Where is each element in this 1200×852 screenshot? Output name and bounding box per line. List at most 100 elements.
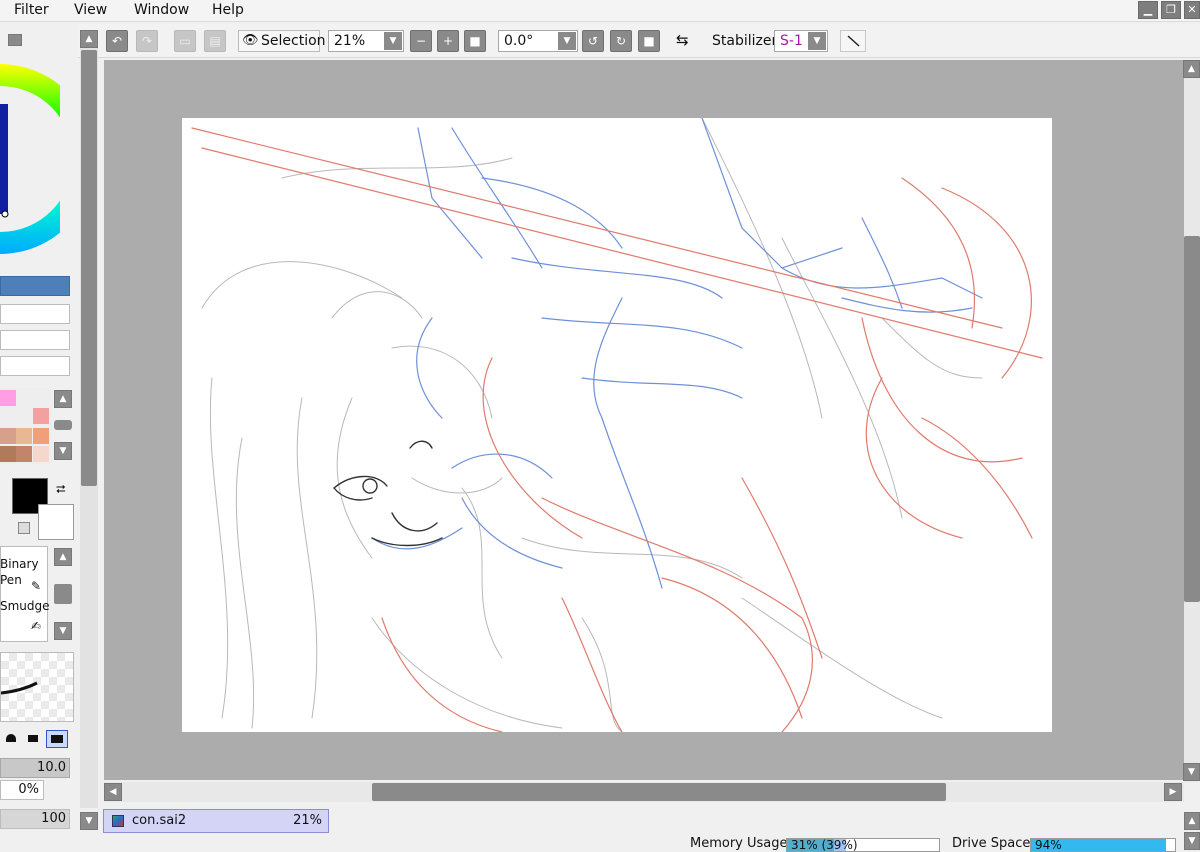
chevron-up-icon[interactable]: ▲ bbox=[54, 390, 72, 408]
swatch[interactable] bbox=[0, 446, 16, 462]
brush-shape-flat-icon[interactable] bbox=[28, 735, 38, 742]
swatch[interactable] bbox=[16, 446, 32, 462]
memory-usage-meter: 31% (39%) bbox=[786, 838, 940, 852]
menu-help[interactable]: Help bbox=[208, 1, 248, 19]
canvas-horizontal-scrollbar[interactable]: ◀ ▶ bbox=[104, 782, 1184, 802]
swap-colors-icon[interactable]: ⮂ bbox=[56, 482, 66, 497]
drive-space-label: Drive Space bbox=[952, 836, 1031, 851]
chevron-down-icon[interactable]: ▼ bbox=[1184, 832, 1200, 850]
opacity-slider[interactable] bbox=[0, 356, 70, 376]
scroll-thumb[interactable] bbox=[81, 50, 97, 486]
density-field[interactable]: 100 bbox=[0, 809, 70, 829]
tool-binary[interactable]: Binary bbox=[0, 557, 39, 571]
file-tab-zoom: 21% bbox=[293, 813, 322, 828]
chevron-right-icon[interactable]: ▶ bbox=[1164, 783, 1182, 801]
scroll-thumb[interactable] bbox=[54, 420, 72, 430]
chevron-down-icon[interactable]: ▼ bbox=[54, 622, 72, 640]
chevron-up-icon[interactable]: ▲ bbox=[80, 30, 98, 48]
chevron-up-icon[interactable]: ▲ bbox=[1184, 812, 1200, 830]
menu-bar: Filter View Window Help ▁ ❐ ✕ bbox=[0, 0, 1200, 22]
chevron-down-icon[interactable]: ▼ bbox=[558, 32, 576, 50]
invert-selection-icon[interactable]: ▤ bbox=[204, 30, 226, 52]
chevron-down-icon[interactable]: ▼ bbox=[80, 812, 98, 830]
chevron-down-icon[interactable]: ▼ bbox=[1183, 763, 1200, 781]
undo-icon[interactable]: ↶ bbox=[106, 30, 128, 52]
straight-line-icon[interactable] bbox=[840, 30, 866, 52]
zoom-in-icon[interactable]: + bbox=[437, 30, 459, 52]
swatch[interactable] bbox=[33, 428, 49, 444]
flip-icon[interactable]: ⇆ bbox=[676, 31, 689, 49]
tool-smudge[interactable]: Smudge bbox=[0, 599, 50, 613]
brush-size-field[interactable]: 10.0 bbox=[0, 758, 70, 778]
menu-view[interactable]: View bbox=[70, 1, 111, 19]
drive-space-value: 94% bbox=[1035, 838, 1062, 852]
minimize-icon[interactable]: ▁ bbox=[1138, 1, 1158, 19]
left-panel: ▲ ▼ ⮂ Binary Pen ✎ Smudge ✍ ▲ ▼ 10.0 0% … bbox=[0, 24, 78, 852]
scroll-thumb[interactable] bbox=[372, 783, 946, 801]
chevron-up-icon[interactable]: ▲ bbox=[54, 548, 72, 566]
drive-space-meter: 94% bbox=[1030, 838, 1176, 852]
rotation-combo[interactable]: 0.0° ▼ bbox=[498, 30, 578, 52]
file-tab[interactable]: con.sai2 21% bbox=[103, 809, 329, 833]
canvas-area[interactable] bbox=[104, 60, 1184, 780]
zoom-value: 21% bbox=[334, 33, 366, 49]
chevron-left-icon[interactable]: ◀ bbox=[104, 783, 122, 801]
smudge-icon: ✍ bbox=[31, 619, 42, 633]
brush-shape-group bbox=[0, 728, 74, 750]
chevron-down-icon[interactable]: ▼ bbox=[808, 32, 826, 50]
rotate-reset-icon[interactable]: ■ bbox=[638, 30, 660, 52]
stabilizer-value: S-1 bbox=[780, 33, 803, 49]
zoom-out-icon[interactable]: − bbox=[410, 30, 432, 52]
scroll-thumb[interactable] bbox=[1184, 236, 1200, 602]
hue-slider[interactable] bbox=[0, 276, 70, 296]
rotate-right-icon[interactable]: ↻ bbox=[610, 30, 632, 52]
min-size-field[interactable]: 0% bbox=[0, 780, 44, 800]
memory-usage-label: Memory Usage bbox=[690, 836, 788, 851]
background-color[interactable] bbox=[38, 504, 74, 540]
color-wheel[interactable] bbox=[0, 64, 60, 264]
zoom-combo[interactable]: 21% ▼ bbox=[328, 30, 404, 52]
selection-toggle[interactable]: 👁 Selection bbox=[238, 30, 326, 52]
file-icon bbox=[112, 815, 124, 827]
canvas-vertical-scrollbar[interactable]: ▲ ▼ bbox=[1183, 60, 1200, 782]
toolbar: ↶ ↷ ▭ ▤ 👁 Selection 21% ▼ − + ■ 0.0° ▼ ↺… bbox=[0, 24, 1200, 58]
stabilizer-combo[interactable]: S-1 ▼ bbox=[774, 30, 828, 52]
close-icon[interactable]: ✕ bbox=[1184, 1, 1200, 19]
eye-icon: 👁 bbox=[242, 33, 259, 48]
swatch[interactable] bbox=[33, 408, 49, 424]
tool-list[interactable]: Binary Pen ✎ Smudge ✍ bbox=[0, 546, 50, 642]
chevron-down-icon[interactable]: ▼ bbox=[54, 442, 72, 460]
menu-window[interactable]: Window bbox=[130, 1, 193, 19]
chevron-down-icon[interactable]: ▼ bbox=[384, 32, 402, 50]
value-slider[interactable] bbox=[0, 330, 70, 350]
panel-toggle-icon[interactable] bbox=[8, 34, 22, 46]
sketch-artwork bbox=[191, 117, 1043, 733]
swatch[interactable] bbox=[0, 428, 16, 444]
pen-icon: ✎ bbox=[31, 579, 42, 593]
saturation-slider[interactable] bbox=[0, 304, 70, 324]
brush-shape-round-icon[interactable] bbox=[6, 734, 16, 742]
swatch-palette[interactable] bbox=[0, 388, 52, 464]
swatch[interactable] bbox=[16, 428, 32, 444]
memory-usage-value: 31% (39%) bbox=[791, 838, 858, 852]
selection-label: Selection bbox=[261, 33, 326, 49]
swatch[interactable] bbox=[33, 446, 49, 462]
redo-icon[interactable]: ↷ bbox=[136, 30, 158, 52]
rotation-value: 0.0° bbox=[504, 33, 534, 49]
canvas-paper[interactable] bbox=[182, 117, 1052, 733]
transparent-color-icon[interactable] bbox=[18, 522, 30, 534]
brush-preview bbox=[0, 652, 74, 722]
restore-icon[interactable]: ❐ bbox=[1161, 1, 1181, 19]
deselect-icon[interactable]: ▭ bbox=[174, 30, 196, 52]
swatch[interactable] bbox=[0, 390, 16, 406]
zoom-reset-icon[interactable]: ■ bbox=[464, 30, 486, 52]
left-panel-scrollbar[interactable]: ▲ ▼ bbox=[80, 30, 98, 830]
rotate-left-icon[interactable]: ↺ bbox=[582, 30, 604, 52]
menu-filter[interactable]: Filter bbox=[10, 1, 53, 19]
brush-shape-square-button[interactable] bbox=[46, 730, 68, 748]
file-tab-name: con.sai2 bbox=[132, 813, 187, 828]
stabilizer-label: Stabilizer bbox=[712, 33, 778, 49]
scroll-thumb[interactable] bbox=[54, 584, 72, 604]
tool-pen[interactable]: Pen bbox=[0, 573, 22, 587]
chevron-up-icon[interactable]: ▲ bbox=[1183, 60, 1200, 78]
